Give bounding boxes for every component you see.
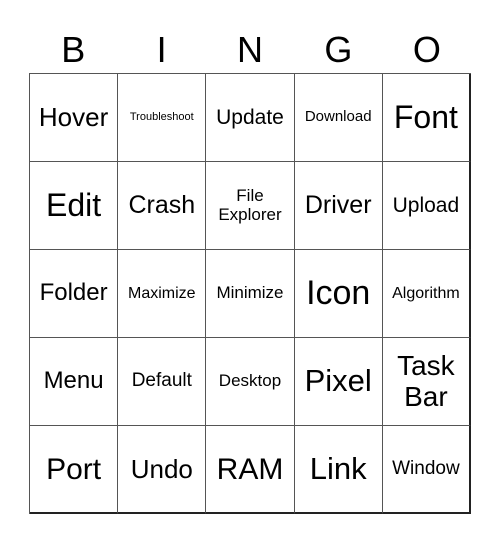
bingo-cell[interactable]: Download [294, 74, 383, 162]
bingo-cell[interactable]: Task Bar [382, 338, 471, 426]
bingo-cell[interactable]: Troubleshoot [118, 74, 207, 162]
bingo-cell[interactable]: Window [382, 426, 471, 514]
bingo-cell[interactable]: Menu [30, 338, 119, 426]
bingo-cell[interactable]: Undo [118, 426, 207, 514]
header-letter-i: I [156, 29, 167, 70]
bingo-cell[interactable]: Maximize [118, 250, 207, 338]
bingo-cell[interactable]: Font [382, 74, 471, 162]
bingo-cell[interactable]: Minimize [206, 250, 295, 338]
bingo-cell[interactable]: Algorithm [382, 250, 471, 338]
header-letter-g: G [324, 29, 353, 70]
header-letter-n: N [237, 29, 264, 70]
bingo-cell[interactable]: Upload [382, 162, 471, 250]
bingo-cell[interactable]: RAM [206, 426, 295, 514]
bingo-cell[interactable]: Port [30, 426, 119, 514]
header-letter-b: B [61, 29, 86, 70]
header-letter-o: O [412, 29, 441, 70]
bingo-grid: Hover Troubleshoot Update Download Font … [29, 73, 471, 514]
bingo-cell[interactable]: Icon [294, 250, 383, 338]
bingo-cell[interactable]: Update [206, 74, 295, 162]
bingo-header: B I N G O [29, 28, 471, 72]
bingo-cell[interactable]: Link [294, 426, 383, 514]
bingo-cell[interactable]: Folder [30, 250, 119, 338]
bingo-cell[interactable]: Crash [118, 162, 207, 250]
bingo-cell[interactable]: File Explorer [206, 162, 295, 250]
bingo-cell[interactable]: Pixel [294, 338, 383, 426]
bingo-cell[interactable]: Driver [294, 162, 383, 250]
bingo-cell[interactable]: Default [118, 338, 207, 426]
bingo-cell[interactable]: Hover [30, 74, 119, 162]
bingo-cell[interactable]: Desktop [206, 338, 295, 426]
bingo-cell[interactable]: Edit [30, 162, 119, 250]
